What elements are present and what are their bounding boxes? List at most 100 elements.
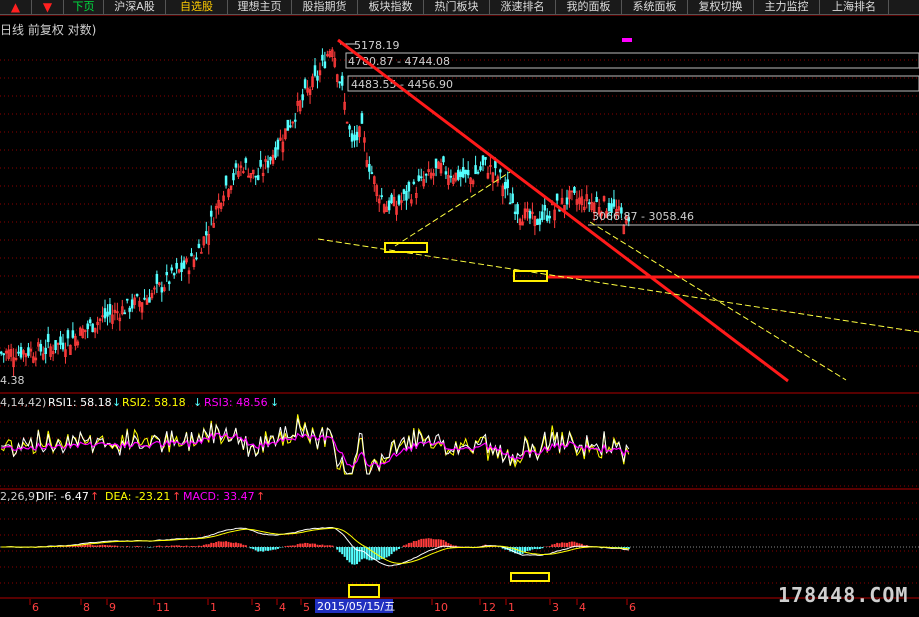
toolbar-button-12[interactable]: 复权切换	[688, 0, 754, 14]
candle-body	[301, 94, 304, 101]
rsi2-arrow: ↓	[193, 396, 202, 409]
candle-body	[355, 131, 359, 141]
toolbar-button-9[interactable]: 涨速排名	[490, 0, 556, 14]
dea-arrow: ↑	[172, 490, 181, 503]
level-label-peak: 5178.19	[354, 39, 400, 52]
candle-body	[338, 81, 341, 84]
candle-body	[402, 189, 406, 194]
toolbar-button-11[interactable]: 系统面板	[622, 0, 688, 14]
stock-chart: 5178.194780.87 - 4744.084483.55 - 4456.9…	[0, 0, 919, 617]
candle-body	[543, 204, 547, 211]
candle-body	[209, 210, 213, 217]
low-price-label: 4.38	[0, 374, 25, 387]
candle-body	[494, 160, 497, 169]
candle-body	[19, 346, 23, 358]
candle-body	[457, 169, 460, 180]
x-axis-label: 3	[254, 601, 261, 614]
toolbar-button-6[interactable]: 股指期货	[292, 0, 358, 14]
candle-body	[511, 193, 514, 203]
candle-body	[405, 191, 408, 201]
candle-body	[348, 125, 351, 130]
candle-body	[167, 281, 171, 285]
candle-body	[313, 65, 317, 76]
candle-body	[464, 169, 467, 175]
candle-body	[286, 119, 290, 131]
candle-body	[412, 181, 416, 184]
toolbar-button-3[interactable]: 沪深A股	[104, 0, 166, 14]
top-toolbar: ▲ ▼ 下页 沪深A股 自选股 理想主页 股指期货 板块指数 热门板块 涨速排名 我的面板 系统面板复…	[0, 0, 919, 15]
candle-body	[175, 262, 178, 269]
candle-body	[182, 260, 186, 269]
toolbar-button-14[interactable]: 上海排名	[820, 0, 889, 14]
candle-body	[2, 353, 5, 356]
rsi3-arrow: ↓	[270, 396, 279, 409]
candle-body	[538, 218, 542, 225]
toolbar-button-5[interactable]: 理想主页	[228, 0, 292, 14]
candle-body	[449, 175, 453, 178]
candle-body	[46, 333, 50, 342]
candle-body	[503, 182, 507, 190]
candle-body	[390, 194, 393, 204]
candle-body	[130, 299, 134, 309]
x-axis-label: 5	[303, 601, 310, 614]
toolbar-button-0[interactable]: ▲	[0, 0, 32, 14]
candle-body	[160, 287, 164, 293]
level-label-1: 4780.87 - 4744.08	[348, 55, 450, 68]
candle-body	[88, 319, 92, 323]
rsi1-arrow: ↓	[112, 396, 121, 409]
candle-body	[476, 171, 480, 174]
candle-body	[499, 169, 502, 173]
x-axis-label: 1	[210, 601, 217, 614]
candle-body	[516, 204, 519, 215]
candle-body	[444, 171, 448, 175]
candle-body	[86, 323, 89, 330]
toolbar-button-1[interactable]: ▼	[32, 0, 64, 14]
x-axis-label: 3	[552, 601, 559, 614]
candle-body	[407, 182, 411, 192]
candle-body	[39, 343, 43, 352]
candle-body	[573, 187, 576, 193]
toolbar-button-4[interactable]: 自选股	[166, 0, 228, 14]
candle-body	[368, 163, 371, 172]
candle-body	[172, 273, 176, 276]
toolbar-button-7[interactable]: 板块指数	[358, 0, 424, 14]
candle-body	[274, 147, 277, 158]
candle-body	[340, 75, 344, 86]
rsi3-value: RSI3: 48.56	[204, 396, 268, 409]
candle-body	[387, 200, 391, 211]
candle-body	[508, 202, 512, 205]
candle-body	[143, 297, 146, 300]
candle-body	[269, 156, 272, 161]
candle-body	[565, 197, 569, 205]
candle-body	[303, 79, 307, 89]
toolbar-button-8[interactable]: 热门板块	[424, 0, 490, 14]
candle-body	[353, 134, 356, 141]
macd-arrow: ↑	[256, 490, 265, 503]
candle-body	[259, 159, 262, 167]
toolbar-button-13[interactable]: 主力监控	[754, 0, 820, 14]
candle-body	[148, 297, 151, 303]
toolbar-button-10[interactable]: 我的面板	[556, 0, 622, 14]
candle-body	[587, 202, 591, 205]
candle-body	[190, 253, 193, 257]
toolbar-button-2[interactable]: 下页	[64, 0, 104, 14]
candle-body	[123, 312, 127, 315]
candle-body	[466, 169, 470, 176]
macd-value: MACD: 33.47	[183, 490, 255, 503]
x-axis-label: 4	[279, 601, 286, 614]
macd-params: 2,26,9)	[0, 490, 39, 503]
watermark: 178448.COM	[778, 583, 909, 607]
candle-body	[103, 308, 107, 319]
candle-body	[479, 166, 482, 171]
candle-body	[106, 311, 109, 317]
candle-body	[370, 172, 374, 174]
candle-body	[513, 211, 517, 214]
candle-body	[254, 175, 257, 178]
candle-body	[316, 75, 319, 81]
candle-body	[323, 61, 327, 69]
candle-body	[536, 219, 539, 226]
rsi-params: 4,14,42)	[0, 396, 46, 409]
candle-body	[474, 165, 477, 175]
candle-body	[350, 133, 354, 142]
candle-body	[71, 330, 75, 338]
